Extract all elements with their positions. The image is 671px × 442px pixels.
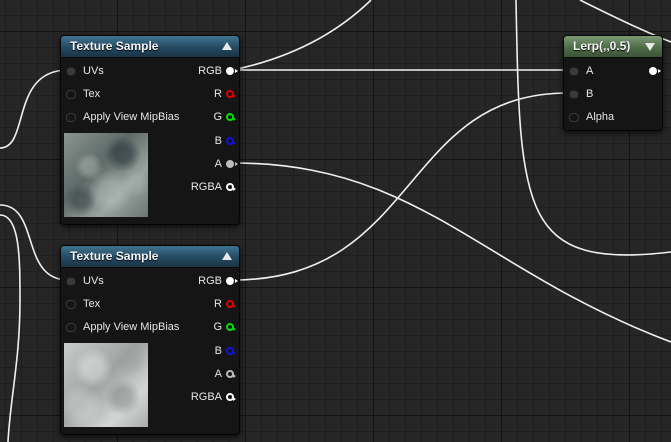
pin-label: UVs — [83, 65, 104, 77]
lerp-node[interactable]: Lerp(,,0.5) A B Alpha — [563, 35, 663, 131]
output-pin-icon[interactable] — [226, 137, 236, 146]
input-pin-dot-icon[interactable] — [66, 276, 76, 286]
output-pin-r[interactable]: R — [214, 86, 236, 102]
input-pin-mipbias[interactable]: Apply View MipBias — [66, 319, 179, 335]
texture-preview-thumbnail — [64, 343, 148, 427]
output-pin-icon[interactable] — [226, 160, 238, 169]
pin-label: R — [214, 88, 222, 101]
input-pin-uvs[interactable]: UVs — [66, 63, 104, 79]
input-pin-uvs[interactable]: UVs — [66, 273, 104, 289]
texture-sample-node-1[interactable]: Texture Sample UVs Tex Apply View MipBia… — [60, 35, 240, 225]
node-title[interactable]: Texture Sample — [61, 246, 239, 268]
input-pin-dot-icon[interactable] — [66, 89, 76, 99]
output-pin-a[interactable]: A — [214, 156, 238, 172]
input-pin-alpha[interactable]: Alpha — [569, 109, 614, 125]
output-pin-result[interactable] — [649, 63, 661, 79]
output-pin-rgb[interactable]: RGB — [198, 273, 238, 289]
output-pin-icon[interactable] — [226, 277, 238, 286]
wire-left-to-ts1-uvs — [0, 69, 69, 149]
pin-label: Tex — [83, 88, 101, 100]
output-pin-icon[interactable] — [226, 393, 236, 402]
output-pin-icon[interactable] — [226, 113, 236, 122]
wire-left-to-ts2-uvs — [0, 204, 69, 281]
output-pin-icon[interactable] — [226, 67, 238, 76]
pin-label: B — [214, 345, 222, 358]
input-pin-dot-icon[interactable] — [66, 322, 76, 332]
input-pin-a[interactable]: A — [569, 63, 593, 79]
output-pin-rgba[interactable]: RGBA — [190, 389, 236, 405]
input-pin-dot-icon[interactable] — [569, 66, 579, 76]
output-pin-icon[interactable] — [226, 90, 236, 99]
output-pin-r[interactable]: R — [214, 296, 236, 312]
collapse-arrow-icon[interactable] — [222, 42, 232, 50]
output-pin-icon[interactable] — [226, 183, 236, 192]
input-pin-dot-icon[interactable] — [569, 112, 579, 122]
output-pin-a[interactable]: A — [214, 366, 236, 382]
pin-label: RGBA — [190, 391, 222, 404]
output-pin-g[interactable]: G — [213, 319, 236, 335]
collapse-arrow-icon[interactable] — [222, 252, 232, 260]
pin-label: G — [213, 111, 222, 124]
output-pin-icon[interactable] — [649, 67, 661, 76]
pin-label: RGB — [198, 65, 222, 78]
input-pin-tex[interactable]: Tex — [66, 296, 100, 312]
texture-preview-thumbnail — [64, 133, 148, 217]
pin-label: Tex — [83, 298, 101, 310]
pin-label: A — [214, 158, 222, 171]
wire-left-vertical — [0, 214, 21, 442]
pin-label: RGBA — [190, 181, 222, 194]
node-title[interactable]: Texture Sample — [61, 36, 239, 58]
input-pin-dot-icon[interactable] — [66, 299, 76, 309]
output-pin-b[interactable]: B — [214, 343, 236, 359]
pin-label: RGB — [198, 275, 222, 288]
input-pin-mipbias[interactable]: Apply View MipBias — [66, 109, 179, 125]
wire-ts2-rgb-to-lerp-b — [232, 92, 569, 281]
output-pin-icon[interactable] — [226, 300, 236, 309]
output-pin-rgba[interactable]: RGBA — [190, 179, 236, 195]
texture-sample-node-2[interactable]: Texture Sample UVs Tex Apply View MipBia… — [60, 245, 240, 435]
wire-top-to-ts1 — [232, 0, 372, 71]
output-pin-b[interactable]: B — [214, 133, 236, 149]
pin-label: B — [586, 88, 594, 100]
pin-label: Alpha — [586, 111, 615, 123]
pin-label: B — [214, 135, 222, 148]
pin-label: UVs — [83, 275, 104, 287]
pin-label: Apply View MipBias — [83, 111, 180, 123]
pin-label: G — [213, 321, 222, 334]
output-pin-rgb[interactable]: RGB — [198, 63, 238, 79]
input-pin-dot-icon[interactable] — [66, 66, 76, 76]
pin-label: R — [214, 298, 222, 311]
pin-label: A — [586, 65, 594, 77]
wire-ts1-a-to-offscreen — [232, 162, 671, 343]
input-pin-dot-icon[interactable] — [66, 112, 76, 122]
pin-label: A — [214, 368, 222, 381]
output-pin-icon[interactable] — [226, 370, 236, 379]
pin-label: Apply View MipBias — [83, 321, 180, 333]
input-pin-tex[interactable]: Tex — [66, 86, 100, 102]
input-pin-b[interactable]: B — [569, 86, 593, 102]
output-pin-g[interactable]: G — [213, 109, 236, 125]
output-pin-icon[interactable] — [226, 347, 236, 356]
output-pin-icon[interactable] — [226, 323, 236, 332]
collapse-arrow-icon[interactable] — [645, 43, 655, 51]
input-pin-dot-icon[interactable] — [569, 89, 579, 99]
